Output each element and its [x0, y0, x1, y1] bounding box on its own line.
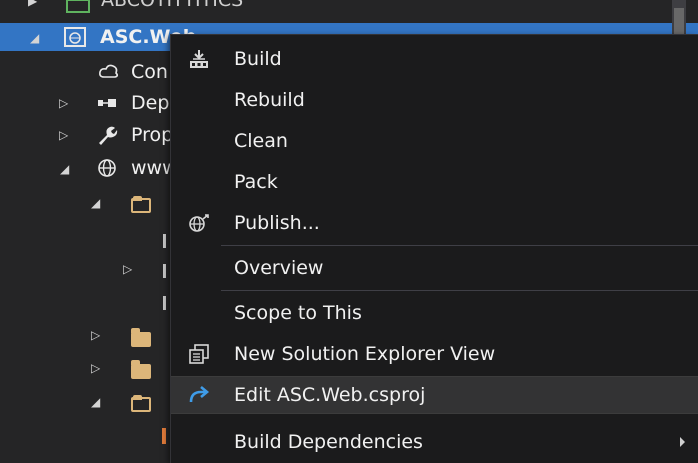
- tree-item-label: Con: [131, 61, 168, 83]
- collapse-arrow-icon[interactable]: ▷: [91, 328, 100, 342]
- globe-icon: [98, 159, 116, 177]
- dependencies-icon: [98, 99, 116, 107]
- edit-project-icon: [189, 386, 210, 403]
- folder-icon[interactable]: [131, 328, 151, 347]
- menu-item-label: Edit ASC.Web.csproj: [234, 384, 426, 406]
- menu-item-label: Overview: [234, 257, 324, 279]
- project-icon: [66, 0, 90, 13]
- tree-item-label: Prop: [131, 124, 174, 146]
- context-menu: Build Rebuild Clean Pack Publish... Over…: [170, 34, 698, 463]
- expanded-arrow-icon[interactable]: ◢: [30, 24, 39, 52]
- menu-item-label: Publish...: [234, 212, 320, 234]
- menu-item-label: Rebuild: [234, 89, 305, 111]
- menu-separator: [221, 245, 698, 246]
- ide-window: ▶ ABCOTITTITICS ◢ ASC.Web Con ▷ Dep ▷ Pr…: [0, 0, 698, 463]
- menu-item-publish[interactable]: Publish...: [171, 204, 698, 242]
- file-icon[interactable]: [163, 296, 166, 310]
- tree-item-top-partial[interactable]: ▶ ABCOTITTITICS: [0, 0, 698, 14]
- expanded-arrow-icon[interactable]: ◢: [91, 395, 100, 409]
- cloud-icon: [99, 64, 119, 78]
- web-project-icon: [64, 27, 86, 47]
- folder-open-icon[interactable]: [131, 395, 151, 412]
- collapse-arrow-icon[interactable]: ▷: [59, 121, 68, 149]
- menu-item-label: Build Dependencies: [234, 431, 423, 453]
- menu-item-label: Clean: [234, 130, 288, 152]
- collapse-arrow-icon[interactable]: ▶: [28, 0, 37, 15]
- wrench-icon: [99, 126, 118, 145]
- expanded-arrow-icon[interactable]: ◢: [60, 155, 69, 183]
- new-explorer-view-icon: [189, 344, 209, 364]
- file-icon[interactable]: [162, 428, 166, 444]
- expanded-arrow-icon[interactable]: ◢: [91, 196, 100, 210]
- menu-item-overview[interactable]: Overview: [171, 249, 698, 287]
- menu-item-label: Pack: [234, 171, 278, 193]
- menu-item-label: New Solution Explorer View: [234, 343, 496, 365]
- folder-open-icon[interactable]: [131, 196, 151, 213]
- menu-item-pack[interactable]: Pack: [171, 163, 698, 201]
- menu-item-label: Build: [234, 48, 282, 70]
- folder-icon[interactable]: [131, 360, 151, 379]
- menu-item-rebuild[interactable]: Rebuild: [171, 81, 698, 119]
- submenu-arrow-icon: [680, 437, 685, 447]
- tree-item-label: Dep: [131, 92, 170, 114]
- tree-item-label: ABCOTITTITICS: [101, 0, 244, 11]
- menu-item-build[interactable]: Build: [171, 40, 698, 78]
- publish-icon: [189, 214, 209, 232]
- collapse-arrow-icon[interactable]: ▷: [59, 89, 68, 117]
- collapse-arrow-icon[interactable]: ▷: [91, 361, 100, 375]
- build-icon: [190, 50, 208, 68]
- menu-item-build-dependencies[interactable]: Build Dependencies: [171, 423, 698, 461]
- menu-item-new-solution-explorer-view[interactable]: New Solution Explorer View: [171, 335, 698, 373]
- file-icon[interactable]: [163, 234, 166, 248]
- menu-item-edit-csproj[interactable]: Edit ASC.Web.csproj: [171, 376, 698, 414]
- menu-item-clean[interactable]: Clean: [171, 122, 698, 160]
- menu-item-label: Scope to This: [234, 302, 362, 324]
- menu-separator: [221, 290, 698, 291]
- menu-item-scope-to-this[interactable]: Scope to This: [171, 294, 698, 332]
- collapse-arrow-icon[interactable]: ▷: [123, 262, 132, 276]
- file-icon[interactable]: [163, 264, 166, 278]
